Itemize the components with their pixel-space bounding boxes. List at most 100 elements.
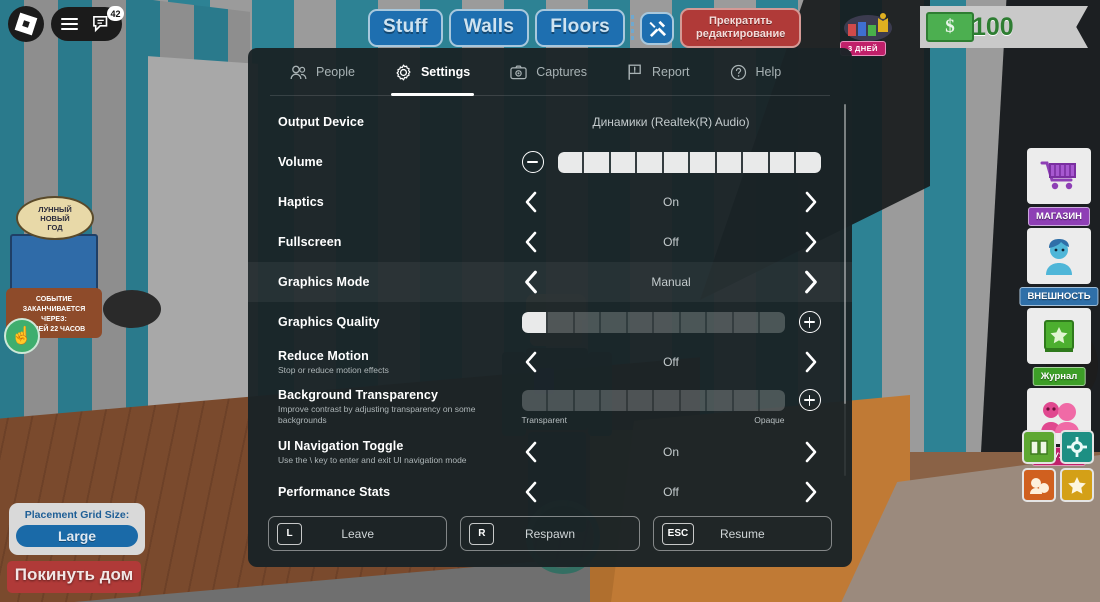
setting-label-group: Haptics <box>278 195 520 209</box>
setting-row-haptics[interactable]: Haptics On <box>248 182 852 222</box>
stop-editing-line1: Прекратить <box>709 15 773 27</box>
volume-slider[interactable] <box>557 151 821 173</box>
walls-button[interactable]: Walls <box>448 9 530 47</box>
roblox-logo-icon[interactable] <box>8 6 44 42</box>
plus-circle-icon[interactable] <box>798 311 821 333</box>
character-icon[interactable] <box>1022 468 1056 502</box>
shopping-cart-icon <box>1027 148 1091 204</box>
setting-row-output-device[interactable]: Output Device Динамики (Realtek(R) Audio… <box>248 102 852 142</box>
slider-max-label: Opaque <box>754 414 785 425</box>
chevron-left-icon[interactable] <box>520 229 542 255</box>
tab-report[interactable]: Report <box>607 48 710 96</box>
chevron-left-icon[interactable] <box>520 349 542 375</box>
inventory-book-icon[interactable] <box>1022 430 1056 464</box>
panel-footer: L Leave R Respawn ESC Resume <box>248 504 852 567</box>
setting-label-group: Volume <box>278 155 520 169</box>
hand-pointer-icon[interactable]: ☝ <box>4 318 40 354</box>
wrench-screwdriver-icon[interactable] <box>640 11 675 45</box>
setting-row-background-transparency[interactable]: Background Transparency Improve contrast… <box>248 382 852 432</box>
tab-captures[interactable]: Captures <box>490 48 607 96</box>
sidebar-item-journal[interactable]: Журнал <box>1022 308 1096 386</box>
chat-icon[interactable]: 42 <box>92 6 124 33</box>
chevron-right-icon[interactable] <box>800 439 822 465</box>
sidebar-label-shop: МАГАЗИН <box>1027 207 1091 226</box>
settings-gear-icon[interactable] <box>1060 430 1094 464</box>
chevron-right-icon[interactable] <box>800 479 822 504</box>
chevron-left-icon[interactable] <box>520 479 542 504</box>
flag-icon <box>627 64 643 80</box>
setting-value: Динамики (Realtek(R) Audio) <box>592 115 750 129</box>
setting-value: Manual <box>651 275 691 289</box>
setting-label-group: Fullscreen <box>278 235 520 249</box>
quick-icon-grid <box>1022 430 1094 502</box>
book-star-icon <box>1027 308 1091 364</box>
setting-row-graphics-mode[interactable]: Graphics Mode Manual <box>248 262 852 302</box>
leave-home-button[interactable]: Покинуть дом <box>7 561 141 593</box>
tab-settings[interactable]: Settings <box>375 48 490 96</box>
setting-description: Stop or reduce motion effects <box>278 364 389 375</box>
scrollbar-thumb[interactable] <box>843 104 846 404</box>
chevron-left-icon[interactable] <box>520 269 542 295</box>
setting-control: On <box>520 188 822 216</box>
resume-button-label: Resume <box>719 526 765 541</box>
setting-name: UI Navigation Toggle <box>278 438 404 453</box>
setting-label-group: Output Device <box>278 115 520 129</box>
poster-sign-line2: ЗАКАНЧИВАЕТСЯ <box>22 306 86 313</box>
floors-button[interactable]: Floors <box>535 9 626 47</box>
respawn-button[interactable]: R Respawn <box>460 516 640 551</box>
setting-name: Haptics <box>278 195 324 209</box>
setting-row-volume[interactable]: Volume <box>248 142 852 182</box>
favorites-star-icon[interactable] <box>1060 468 1094 502</box>
sidebar-label-journal: Журнал <box>1032 367 1086 386</box>
placement-grid-value[interactable]: Large <box>16 525 138 547</box>
stop-editing-button[interactable]: Прекратить редактирование <box>680 8 802 48</box>
setting-name: Reduce Motion <box>278 348 369 363</box>
side-menu: МАГАЗИН ВНЕШНОСТЬ Журнал ДРУЗЬЯ <box>1019 148 1099 466</box>
setting-row-ui-navigation-toggle[interactable]: UI Navigation Toggle Use the \ key to en… <box>248 432 852 472</box>
resume-button[interactable]: ESC Resume <box>652 516 832 551</box>
tab-help[interactable]: Help <box>710 48 802 96</box>
setting-name: Fullscreen <box>278 235 342 249</box>
setting-control <box>520 308 822 336</box>
chevron-left-icon[interactable] <box>520 189 542 215</box>
setting-value: Off <box>663 485 679 499</box>
setting-row-graphics-quality[interactable]: Graphics Quality <box>248 302 852 342</box>
question-icon <box>730 64 747 81</box>
money-amount: 100 <box>972 12 1014 41</box>
gear-icon <box>395 64 412 81</box>
poster-sign-line1: СОБЫТИЕ <box>35 296 73 303</box>
stop-editing-line2: редактирование <box>696 28 786 40</box>
settings-scrollbar[interactable] <box>843 104 846 476</box>
sidebar-item-shop[interactable]: МАГАЗИН <box>1022 148 1096 226</box>
chevron-right-icon[interactable] <box>800 229 822 255</box>
chevron-right-icon[interactable] <box>800 349 822 375</box>
setting-name: Graphics Quality <box>278 315 380 329</box>
setting-name: Graphics Mode <box>278 275 370 289</box>
leave-button[interactable]: L Leave <box>268 516 448 551</box>
setting-label-group: Graphics Quality <box>278 315 520 329</box>
plus-circle-icon[interactable] <box>798 389 821 411</box>
setting-control: Off <box>520 348 822 376</box>
graphics-quality-slider[interactable] <box>521 311 785 333</box>
build-toolbar: Stuff Walls Floors Прекратить редактиров… <box>368 8 802 48</box>
setting-label-group: Graphics Mode <box>278 275 520 289</box>
stuff-button[interactable]: Stuff <box>368 9 443 47</box>
sidebar-item-appearance[interactable]: ВНЕШНОСТЬ <box>1019 228 1099 306</box>
chevron-right-icon[interactable] <box>800 189 822 215</box>
setting-row-performance-stats[interactable]: Performance Stats Off <box>248 472 852 504</box>
setting-name: Performance Stats <box>278 485 391 499</box>
hamburger-icon[interactable] <box>61 18 78 30</box>
placement-grid-panel: Placement Grid Size: Large <box>9 503 145 555</box>
leave-button-label: Leave <box>341 526 375 541</box>
tab-people[interactable]: People <box>270 48 375 96</box>
minus-circle-icon[interactable] <box>521 151 544 173</box>
slider-min-label: Transparent <box>521 414 568 425</box>
chevron-left-icon[interactable] <box>520 439 542 465</box>
background-transparency-slider[interactable] <box>521 389 785 411</box>
setting-row-fullscreen[interactable]: Fullscreen Off <box>248 222 852 262</box>
event-poster[interactable]: ЛУННЫЙ НОВЫЙ ГОД СОБЫТИЕ ЗАКАНЧИВАЕТСЯ Ч… <box>4 196 104 354</box>
setting-description: Improve contrast by adjusting transparen… <box>278 404 476 425</box>
chevron-right-icon[interactable] <box>800 269 822 295</box>
setting-row-reduce-motion[interactable]: Reduce Motion Stop or reduce motion effe… <box>248 342 852 382</box>
poster-title-line1: ЛУННЫЙ <box>38 204 72 214</box>
